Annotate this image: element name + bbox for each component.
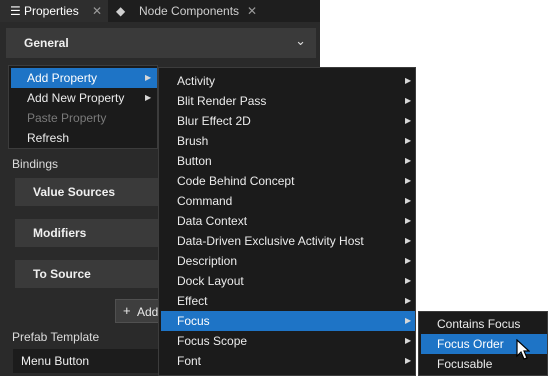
tab-bar: ☰ Properties ✕ ◆ Node Components ✕ — [0, 0, 320, 22]
menu-item-label: Blur Effect 2D — [177, 114, 251, 128]
menu-item-code-behind-concept[interactable]: Code Behind Concept ▶ — [161, 171, 415, 191]
general-section-header[interactable]: General ⌄ — [6, 28, 316, 58]
menu-item-brush[interactable]: Brush ▶ — [161, 131, 415, 151]
menu-item-label: Font — [177, 354, 202, 368]
chevron-right-icon: ▶ — [405, 256, 412, 265]
menu-item-label: Contains Focus — [437, 317, 521, 331]
modifiers-label: Modifiers — [33, 226, 87, 240]
chevron-right-icon: ▶ — [405, 76, 412, 85]
menu-item-label: Blit Render Pass — [177, 94, 267, 108]
menu-item-label: Add Property — [27, 71, 98, 85]
menu-item-contains-focus[interactable]: Contains Focus — [421, 314, 547, 334]
menu-item-label: Add New Property — [27, 91, 125, 105]
menu-item-label: Focusable — [437, 357, 493, 371]
chevron-right-icon: ▶ — [145, 73, 152, 82]
menu-item-label: Button — [177, 154, 212, 168]
menu-item-activity[interactable]: Activity ▶ — [161, 71, 415, 91]
bindings-label: Bindings — [12, 157, 59, 171]
prefab-template-value: Menu Button — [21, 354, 90, 368]
menu-item-description[interactable]: Description ▶ — [161, 251, 415, 271]
menu-item-dock-layout[interactable]: Dock Layout ▶ — [161, 271, 415, 291]
menu-item-label: Activity — [177, 74, 216, 88]
tab-properties[interactable]: ☰ Properties ✕ — [0, 0, 108, 22]
menu-item-data-driven-exclusive-activity-host[interactable]: Data-Driven Exclusive Activity Host ▶ — [161, 231, 415, 251]
tab-properties-label: Properties — [24, 4, 79, 18]
menu-item-label: Focus Order — [437, 337, 504, 351]
menu-item-label: Command — [177, 194, 233, 208]
menu-item-add-new-property[interactable]: Add New Property ▶ — [11, 88, 157, 108]
menu-item-label: Description — [177, 254, 238, 268]
menu-item-label: Refresh — [27, 131, 70, 145]
tab-node-components[interactable]: ◆ Node Components ✕ — [109, 0, 264, 22]
menu-item-button[interactable]: Button ▶ — [161, 151, 415, 171]
to-source-label: To Source — [33, 267, 91, 281]
menu-item-label: Brush — [177, 134, 209, 148]
chevron-right-icon: ▶ — [405, 276, 412, 285]
close-icon[interactable]: ✕ — [247, 0, 257, 22]
chevron-right-icon: ▶ — [405, 136, 412, 145]
menu-item-focus-scope[interactable]: Focus Scope ▶ — [161, 331, 415, 351]
property-type-menu: Activity ▶ Blit Render Pass ▶ Blur Effect … — [158, 67, 416, 376]
menu-item-add-property[interactable]: Add Property ▶ — [11, 68, 157, 88]
menu-item-font[interactable]: Font ▶ — [161, 351, 415, 371]
menu-item-blit-render-pass[interactable]: Blit Render Pass ▶ — [161, 91, 415, 111]
chevron-right-icon: ▶ — [405, 236, 412, 245]
menu-item-refresh[interactable]: Refresh — [11, 128, 157, 148]
tab-node-components-label: Node Components — [139, 4, 240, 18]
chevron-right-icon: ▶ — [405, 296, 412, 305]
chevron-right-icon: ▶ — [405, 176, 412, 185]
chevron-right-icon: ▶ — [145, 93, 152, 102]
chevron-right-icon: ▶ — [405, 356, 412, 365]
chevron-right-icon: ▶ — [405, 216, 412, 225]
context-menu: Add Property ▶ Add New Property ▶ Paste … — [8, 65, 158, 149]
node-components-icon: ◆ — [116, 4, 126, 18]
chevron-right-icon: ▶ — [405, 96, 412, 105]
menu-item-label: Focus Scope — [177, 334, 248, 348]
chevron-down-icon[interactable]: ⌄ — [295, 33, 306, 49]
menu-item-blur-effect-2d[interactable]: Blur Effect 2D ▶ — [161, 111, 415, 131]
menu-item-label: Dock Layout — [177, 274, 244, 288]
menu-item-effect[interactable]: Effect ▶ — [161, 291, 415, 311]
chevron-right-icon: ▶ — [405, 336, 412, 345]
menu-item-paste-property[interactable]: Paste Property — [11, 108, 157, 128]
close-icon[interactable]: ✕ — [92, 0, 102, 22]
section-title: General — [24, 36, 69, 50]
mouse-pointer-icon — [516, 339, 530, 360]
menu-item-command[interactable]: Command ▶ — [161, 191, 415, 211]
prefab-template-label: Prefab Template — [12, 330, 100, 344]
menu-item-label: Effect — [177, 294, 208, 308]
menu-item-label: Paste Property — [27, 111, 107, 125]
menu-item-data-context[interactable]: Data Context ▶ — [161, 211, 415, 231]
menu-item-label: Code Behind Concept — [177, 174, 295, 188]
menu-item-label: Data Context — [177, 214, 248, 228]
add-binding-label: Add — [137, 305, 159, 319]
chevron-right-icon: ▶ — [405, 156, 412, 165]
menu-item-focus[interactable]: Focus ▶ — [161, 311, 415, 331]
chevron-right-icon: ▶ — [405, 116, 412, 125]
list-icon: ☰ — [10, 4, 21, 18]
chevron-right-icon: ▶ — [405, 196, 412, 205]
menu-item-label: Focus — [177, 314, 210, 328]
plus-icon: + — [123, 303, 131, 318]
chevron-right-icon: ▶ — [405, 316, 412, 325]
menu-item-label: Data-Driven Exclusive Activity Host — [177, 234, 364, 248]
value-sources-label: Value Sources — [33, 185, 116, 199]
